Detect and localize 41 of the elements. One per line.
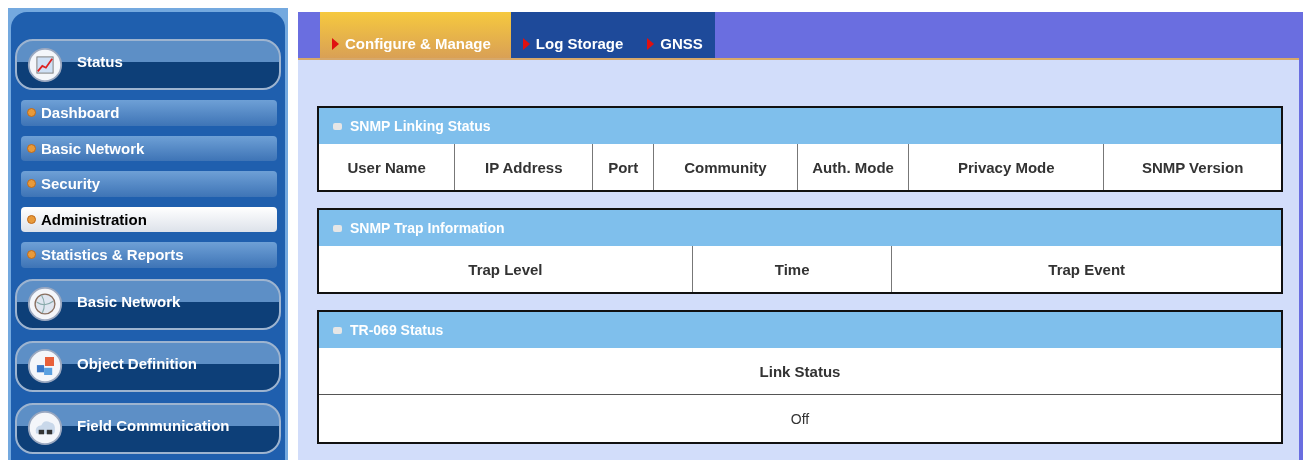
column-header: Community bbox=[653, 144, 798, 190]
tab[interactable]: GNSS bbox=[635, 12, 715, 58]
arrow-icon bbox=[332, 38, 339, 50]
panel-title: TR-069 Status bbox=[350, 322, 444, 338]
sidebar-item[interactable]: Dashboard bbox=[21, 100, 277, 126]
table-cell: Off bbox=[319, 394, 1281, 442]
column-header: SNMP Version bbox=[1103, 144, 1281, 190]
sidebar-category[interactable]: Basic Network bbox=[15, 278, 281, 330]
column-header: Trap Event bbox=[891, 246, 1281, 292]
blocks-icon bbox=[27, 348, 63, 385]
arrow-icon bbox=[522, 38, 530, 50]
sidebar-item[interactable]: Basic Network bbox=[21, 135, 277, 162]
bullet-icon bbox=[27, 143, 36, 153]
globe-icon bbox=[27, 286, 63, 323]
panel-title: SNMP Trap Information bbox=[350, 220, 505, 236]
bullet-icon bbox=[27, 179, 36, 189]
sidebar-item[interactable]: Administration bbox=[21, 206, 277, 233]
sidebar-item[interactable]: Security bbox=[21, 171, 277, 197]
tab[interactable]: Log Storage bbox=[510, 12, 636, 58]
bullet-icon bbox=[333, 224, 342, 232]
column-header: Port bbox=[592, 144, 654, 190]
column-header: User Name bbox=[319, 144, 455, 190]
sidebar-item[interactable]: Statistics & Reports bbox=[21, 242, 277, 268]
sidebar-category[interactable]: Object Definition bbox=[15, 340, 281, 392]
column-header: Trap Level bbox=[319, 246, 693, 292]
bullet-icon bbox=[27, 108, 36, 118]
column-header: Auth. Mode bbox=[797, 144, 909, 190]
column-header: Privacy Mode bbox=[908, 144, 1104, 190]
bullet-icon bbox=[333, 326, 342, 334]
panel-title: SNMP Linking Status bbox=[350, 118, 491, 134]
bullet-icon bbox=[27, 214, 36, 224]
arrow-icon bbox=[647, 38, 655, 50]
column-header: Time bbox=[692, 246, 892, 292]
chart-icon bbox=[27, 46, 63, 83]
bullet-icon bbox=[27, 250, 36, 260]
bullet-icon bbox=[333, 122, 342, 130]
cloud-icon bbox=[27, 410, 63, 447]
column-header: IP Address bbox=[454, 144, 593, 190]
column-header: Link Status bbox=[319, 348, 1281, 395]
sidebar-category[interactable]: Field Communication bbox=[15, 402, 281, 454]
sidebar-category[interactable]: Status bbox=[15, 39, 281, 91]
